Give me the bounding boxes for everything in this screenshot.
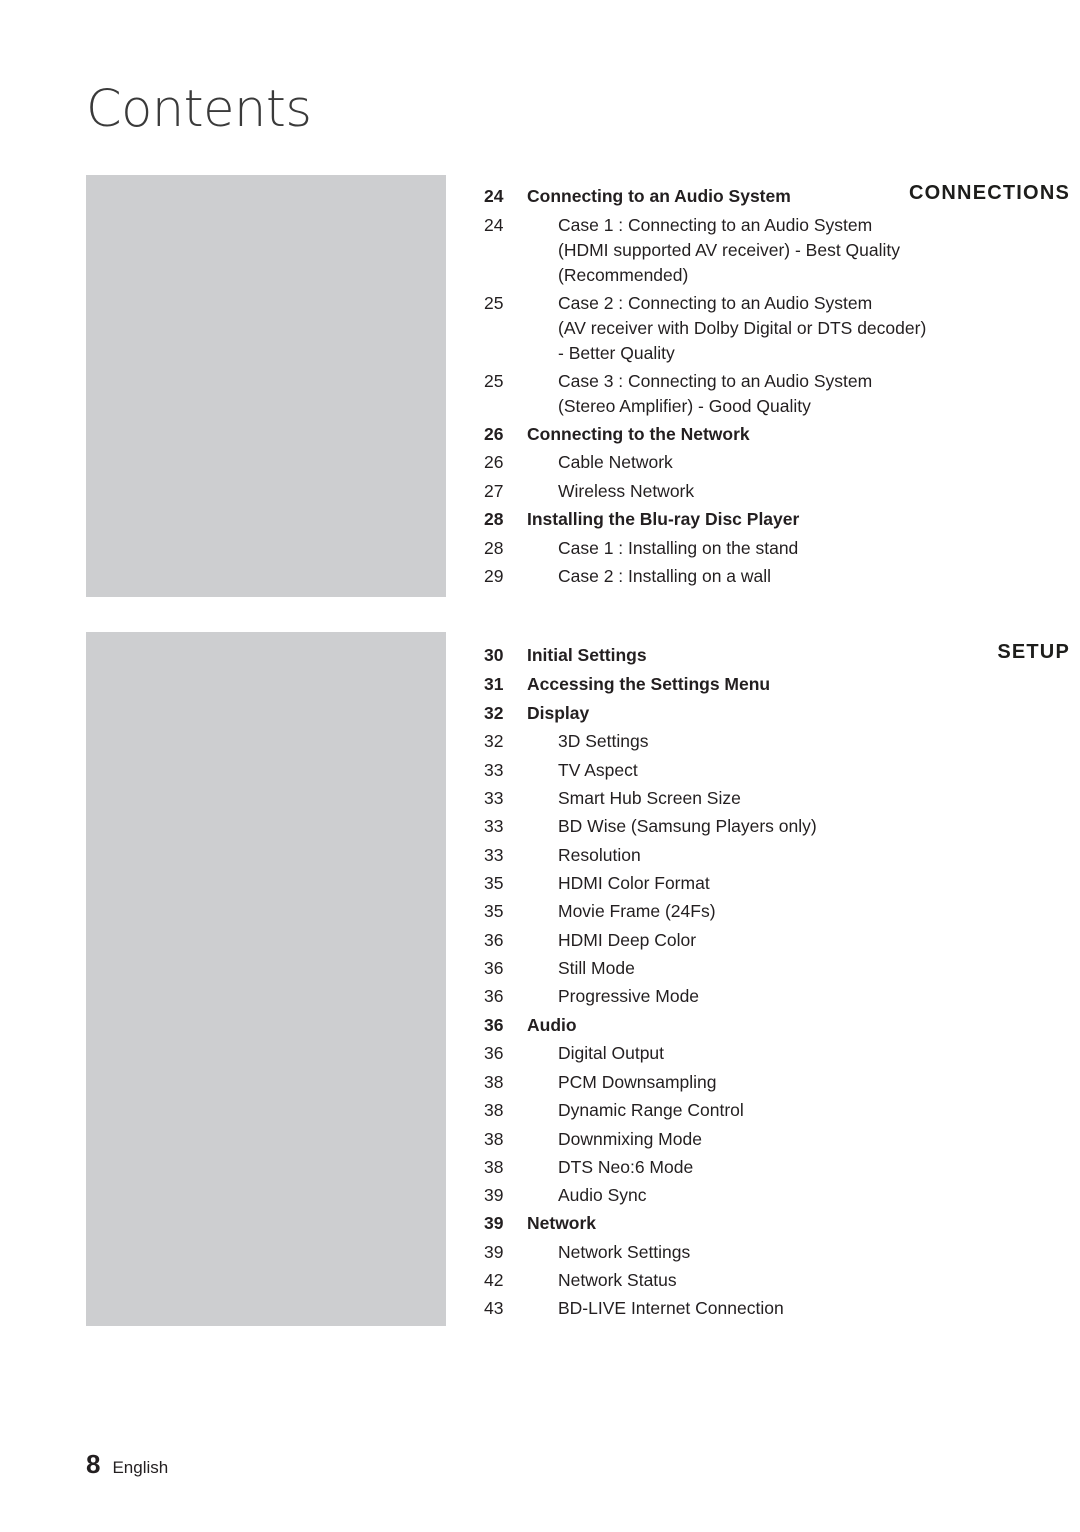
toc-entry-label: Audio Sync (558, 1185, 647, 1205)
toc-entry-page: 35 (484, 873, 504, 893)
toc-entry-label: HDMI Deep Color (558, 930, 697, 950)
page-title: Contents (86, 80, 312, 139)
toc-entry-label: BD-LIVE Internet Connection (558, 1298, 784, 1318)
toc-entry-page: 43 (484, 1298, 504, 1318)
toc-entry-page: 31 (484, 674, 504, 694)
toc-entry-page: 36 (484, 1015, 504, 1035)
toc-entry-label: 3D Settings (558, 731, 649, 751)
toc-entry-label: Resolution (558, 845, 641, 865)
toc-entry-page: 42 (484, 1270, 504, 1290)
toc-entry-label: (Stereo Amplifier) - Good Quality (558, 396, 811, 416)
toc-entry-page: 38 (484, 1157, 504, 1177)
toc-entry-page: 39 (484, 1185, 504, 1205)
toc-entry-label: Case 2 : Installing on a wall (558, 566, 772, 586)
toc-entry-label: Connecting to the Network (527, 424, 750, 444)
toc-entry-page: 36 (484, 958, 504, 978)
toc-entry-label: PCM Downsampling (558, 1072, 717, 1092)
toc-entry-label: BD Wise (Samsung Players only) (558, 816, 817, 836)
section-band-connections (86, 175, 446, 597)
toc-entry-page: 36 (484, 930, 504, 950)
toc-entry-label: HDMI Color Format (558, 873, 710, 893)
toc-entry-label: Network Settings (558, 1242, 691, 1262)
toc-entry-page: 25 (484, 371, 504, 391)
toc-entry-label: - Better Quality (558, 343, 675, 363)
toc-entry-page: 39 (484, 1242, 504, 1262)
toc-entry-label: Wireless Network (558, 481, 695, 501)
toc-entry-page: 26 (484, 424, 504, 444)
toc-entry-page: 36 (484, 986, 504, 1006)
toc-entry-label: Case 1 : Installing on the stand (558, 538, 799, 558)
footer-page-number: 8 (86, 1449, 101, 1479)
toc-entry-label: (Recommended) (558, 265, 689, 285)
toc-entry-page: 28 (484, 538, 504, 558)
page-footer: 8 English (86, 1449, 168, 1480)
section-label-connections: CONNECTIONS (909, 182, 1070, 204)
toc-entry-label: Connecting to an Audio System (527, 186, 791, 206)
toc-entry-page: 32 (484, 703, 504, 723)
toc-entry-label: Display (527, 703, 590, 723)
toc-entry-label: Initial Settings (527, 645, 647, 665)
toc-entry-label: Progressive Mode (558, 986, 700, 1006)
toc-entry-page: 36 (484, 1043, 504, 1063)
toc-entry-label: TV Aspect (558, 760, 638, 780)
toc-entry-page: 39 (484, 1213, 504, 1233)
toc-entry-page: 38 (484, 1072, 504, 1092)
toc-entry-page: 33 (484, 816, 504, 836)
toc-entry-page: 25 (484, 293, 504, 313)
toc-entry-label: Downmixing Mode (558, 1129, 702, 1149)
toc-entry-page: 24 (484, 215, 504, 235)
toc-entry-label: Network (527, 1213, 597, 1233)
toc-entry-page: 26 (484, 452, 504, 472)
toc-entry-label: Accessing the Settings Menu (527, 674, 771, 694)
toc-entry-label: Digital Output (558, 1043, 665, 1063)
section-label-setup: SETUP (997, 641, 1070, 663)
toc-entry-label: Still Mode (558, 958, 635, 978)
toc-entry-page: 38 (484, 1100, 504, 1120)
contents-page: Contents CONNECTIONS SETUP 24 Connecting … (0, 0, 1080, 1532)
toc-entry-page: 33 (484, 760, 504, 780)
toc-entry-page: 29 (484, 566, 504, 586)
toc-entry-label: DTS Neo:6 Mode (558, 1157, 694, 1177)
toc-entry-label: Audio (527, 1015, 577, 1035)
toc-entry-page: 32 (484, 731, 504, 751)
toc-entry-label: Movie Frame (24Fs) (558, 901, 716, 921)
toc-entry-page: 28 (484, 509, 504, 529)
toc-entry-page: 38 (484, 1129, 504, 1149)
toc-entry-page: 27 (484, 481, 504, 501)
toc-entry-page: 35 (484, 901, 504, 921)
toc-entry-label: Network Status (558, 1270, 677, 1290)
toc-entry-page: 24 (484, 186, 504, 206)
footer-language: English (112, 1458, 169, 1477)
toc-entry-label: Dynamic Range Control (558, 1100, 744, 1120)
toc-entry-page: 33 (484, 845, 504, 865)
toc-entry-label: Cable Network (558, 452, 673, 472)
toc-entry-label: Smart Hub Screen Size (558, 788, 741, 808)
toc-entry-page: 33 (484, 788, 504, 808)
toc-entry-page: 30 (484, 645, 504, 665)
section-band-setup (86, 632, 446, 1326)
toc-entry-label: Installing the Blu-ray Disc Player (527, 509, 800, 529)
